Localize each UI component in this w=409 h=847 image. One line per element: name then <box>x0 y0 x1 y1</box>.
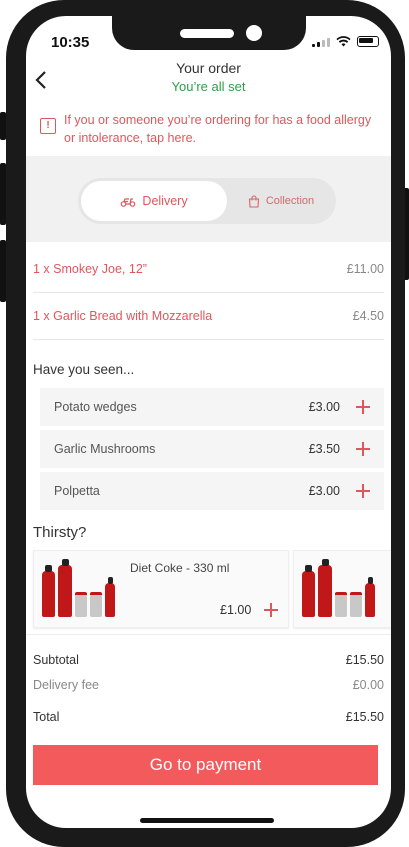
delivery-label: Delivery <box>142 194 188 208</box>
suggestion-price: £3.00 <box>308 484 340 498</box>
phone-frame: 10:35 Your order You’re all set ! If you… <box>6 0 405 847</box>
allergy-text: If you or someone you’re ordering for ha… <box>64 113 372 145</box>
suggestion-name: Potato wedges <box>54 400 137 414</box>
signal-icon <box>312 37 330 47</box>
add-icon[interactable] <box>356 484 370 498</box>
page-subtitle: You’re all set <box>171 79 246 94</box>
suggestion-name: Garlic Mushrooms <box>54 442 156 456</box>
fulfilment-section: Delivery Collection <box>26 156 391 242</box>
order-item-price: £4.50 <box>352 309 384 323</box>
battery-icon <box>357 36 379 47</box>
add-icon[interactable] <box>264 603 278 617</box>
drink-name: Diet Coke - 330 ml <box>130 561 230 575</box>
subtotal-row: Subtotal £15.50 <box>33 653 384 667</box>
add-icon[interactable] <box>356 400 370 414</box>
divider <box>26 634 391 635</box>
scooter-icon <box>121 198 136 207</box>
phone-screen: 10:35 Your order You’re all set ! If you… <box>26 16 391 828</box>
shopping-bag-icon <box>248 194 259 208</box>
fulfilment-toggle: Delivery Collection <box>78 178 336 224</box>
home-indicator <box>140 818 274 823</box>
total-value: £15.50 <box>345 710 384 724</box>
order-item-price: £11.00 <box>346 262 384 276</box>
notch <box>112 16 306 50</box>
camera-icon <box>246 25 262 41</box>
total-row: Total £15.50 <box>33 710 384 724</box>
delivery-fee-value: £0.00 <box>352 678 384 692</box>
delivery-fee-label: Delivery fee <box>33 678 99 692</box>
status-icons <box>312 36 379 47</box>
speaker-icon <box>180 29 234 38</box>
status-time: 10:35 <box>51 34 90 51</box>
drink-price: £1.00 <box>220 603 252 617</box>
subtotal-label: Subtotal <box>33 653 79 667</box>
alert-icon: ! <box>40 118 56 134</box>
drink-card[interactable] <box>293 550 391 628</box>
drink-card[interactable]: Diet Coke - 330 ml £1.00 <box>33 550 289 628</box>
suggestions-title: Have you seen... <box>33 362 135 377</box>
order-item[interactable]: 1 x Smokey Joe, 12” £11.00 <box>33 246 384 293</box>
suggestion-name: Polpetta <box>54 484 100 498</box>
delivery-option[interactable]: Delivery <box>81 181 227 221</box>
total-label: Total <box>33 710 60 724</box>
coke-product-image <box>42 557 122 617</box>
order-item-name: 1 x Garlic Bread with Mozzarella <box>33 309 213 323</box>
suggestion-item[interactable]: Polpetta £3.00 <box>40 472 384 510</box>
suggestion-price: £3.50 <box>308 442 340 456</box>
order-item-name: 1 x Smokey Joe, 12” <box>33 262 147 276</box>
collection-label: Collection <box>265 195 315 207</box>
suggestion-item[interactable]: Garlic Mushrooms £3.50 <box>40 430 384 468</box>
page-title: Your order <box>176 60 241 76</box>
suggestion-item[interactable]: Potato wedges £3.00 <box>40 388 384 426</box>
coke-product-image <box>302 557 382 617</box>
order-item[interactable]: 1 x Garlic Bread with Mozzarella £4.50 <box>33 293 384 340</box>
add-icon[interactable] <box>356 442 370 456</box>
wifi-icon <box>336 36 351 47</box>
drinks-title: Thirsty? <box>33 524 87 541</box>
subtotal-value: £15.50 <box>345 653 384 667</box>
allergy-notice[interactable]: ! If you or someone you’re ordering for … <box>40 111 380 147</box>
delivery-fee-row: Delivery fee £0.00 <box>33 678 384 692</box>
go-to-payment-button[interactable]: Go to payment <box>33 745 378 785</box>
suggestion-price: £3.00 <box>308 400 340 414</box>
collection-option[interactable]: Collection <box>228 181 334 221</box>
